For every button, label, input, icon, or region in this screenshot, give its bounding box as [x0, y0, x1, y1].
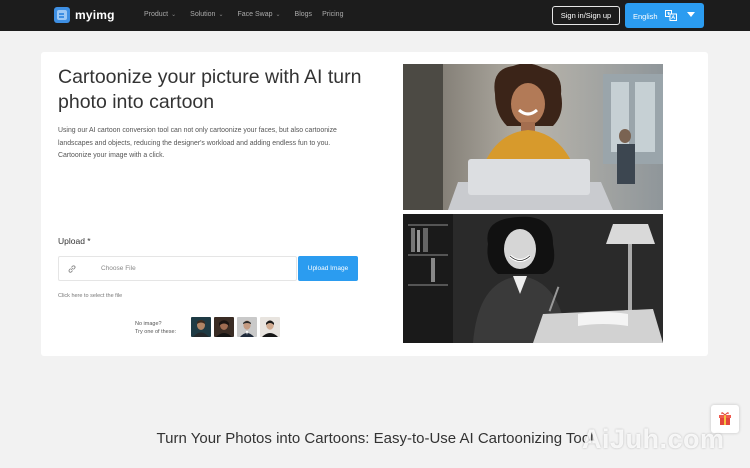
sample-image-1[interactable]: [191, 317, 211, 337]
nav-item-face-swap[interactable]: Face Swap ⌄: [237, 11, 280, 18]
sample-image-4[interactable]: [260, 317, 280, 337]
nav-menu: Product ⌄ Solution ⌄ Face Swap ⌄ Blogs P…: [144, 11, 343, 18]
logo-icon: [54, 7, 70, 23]
brand-name: myimg: [75, 8, 115, 22]
brand-logo[interactable]: myimg: [54, 7, 115, 23]
language-label: English: [633, 12, 658, 21]
file-input[interactable]: Choose File: [58, 256, 297, 281]
sample-prompt-line: Try one of these:: [135, 329, 177, 335]
nav-item-solution[interactable]: Solution ⌄: [190, 11, 223, 18]
nav-item-pricing[interactable]: Pricing: [322, 11, 343, 18]
top-nav: myimg Product ⌄ Solution ⌄ Face Swap ⌄ B…: [0, 0, 750, 31]
sample-prompt-line: No image?: [135, 321, 162, 327]
nav-item-label: Solution: [190, 11, 216, 18]
link-icon: [68, 265, 76, 273]
example-cartoon-image: [403, 214, 663, 343]
chevron-down-icon: ⌄: [171, 12, 177, 18]
language-selector[interactable]: English: [625, 3, 704, 28]
nav-item-label: Blogs: [294, 11, 313, 18]
nav-item-product[interactable]: Product ⌄: [144, 11, 176, 18]
nav-item-label: Face Swap: [237, 11, 273, 18]
chevron-down-icon: ⌄: [275, 12, 281, 18]
example-photo-image: [403, 64, 663, 210]
upload-image-button[interactable]: Upload Image: [298, 256, 358, 281]
watermark-text: AiJuh.com: [582, 424, 725, 454]
signin-button[interactable]: Sign in/Sign up: [552, 6, 620, 25]
hero-description: Using our AI cartoon conversion tool can…: [58, 127, 337, 159]
nav-item-blogs[interactable]: Blogs: [295, 11, 313, 18]
caret-down-icon: [687, 12, 695, 17]
nav-item-label: Pricing: [322, 11, 344, 18]
chevron-down-icon: ⌄: [218, 12, 224, 18]
nav-item-label: Product: [144, 11, 169, 18]
page-title: Cartoonize your picture with AI turn pho…: [58, 66, 362, 113]
sample-image-2[interactable]: [214, 317, 234, 337]
sample-prompt: No image? Try one of these:: [135, 320, 176, 336]
sample-image-3[interactable]: [237, 317, 257, 337]
translate-icon: [665, 10, 677, 21]
upload-label: Upload *: [58, 236, 91, 246]
upload-hint[interactable]: Click here to select the file: [58, 293, 122, 299]
hero-card: Cartoonize your picture with AI turn pho…: [41, 52, 708, 356]
file-input-placeholder: Choose File: [101, 265, 136, 272]
